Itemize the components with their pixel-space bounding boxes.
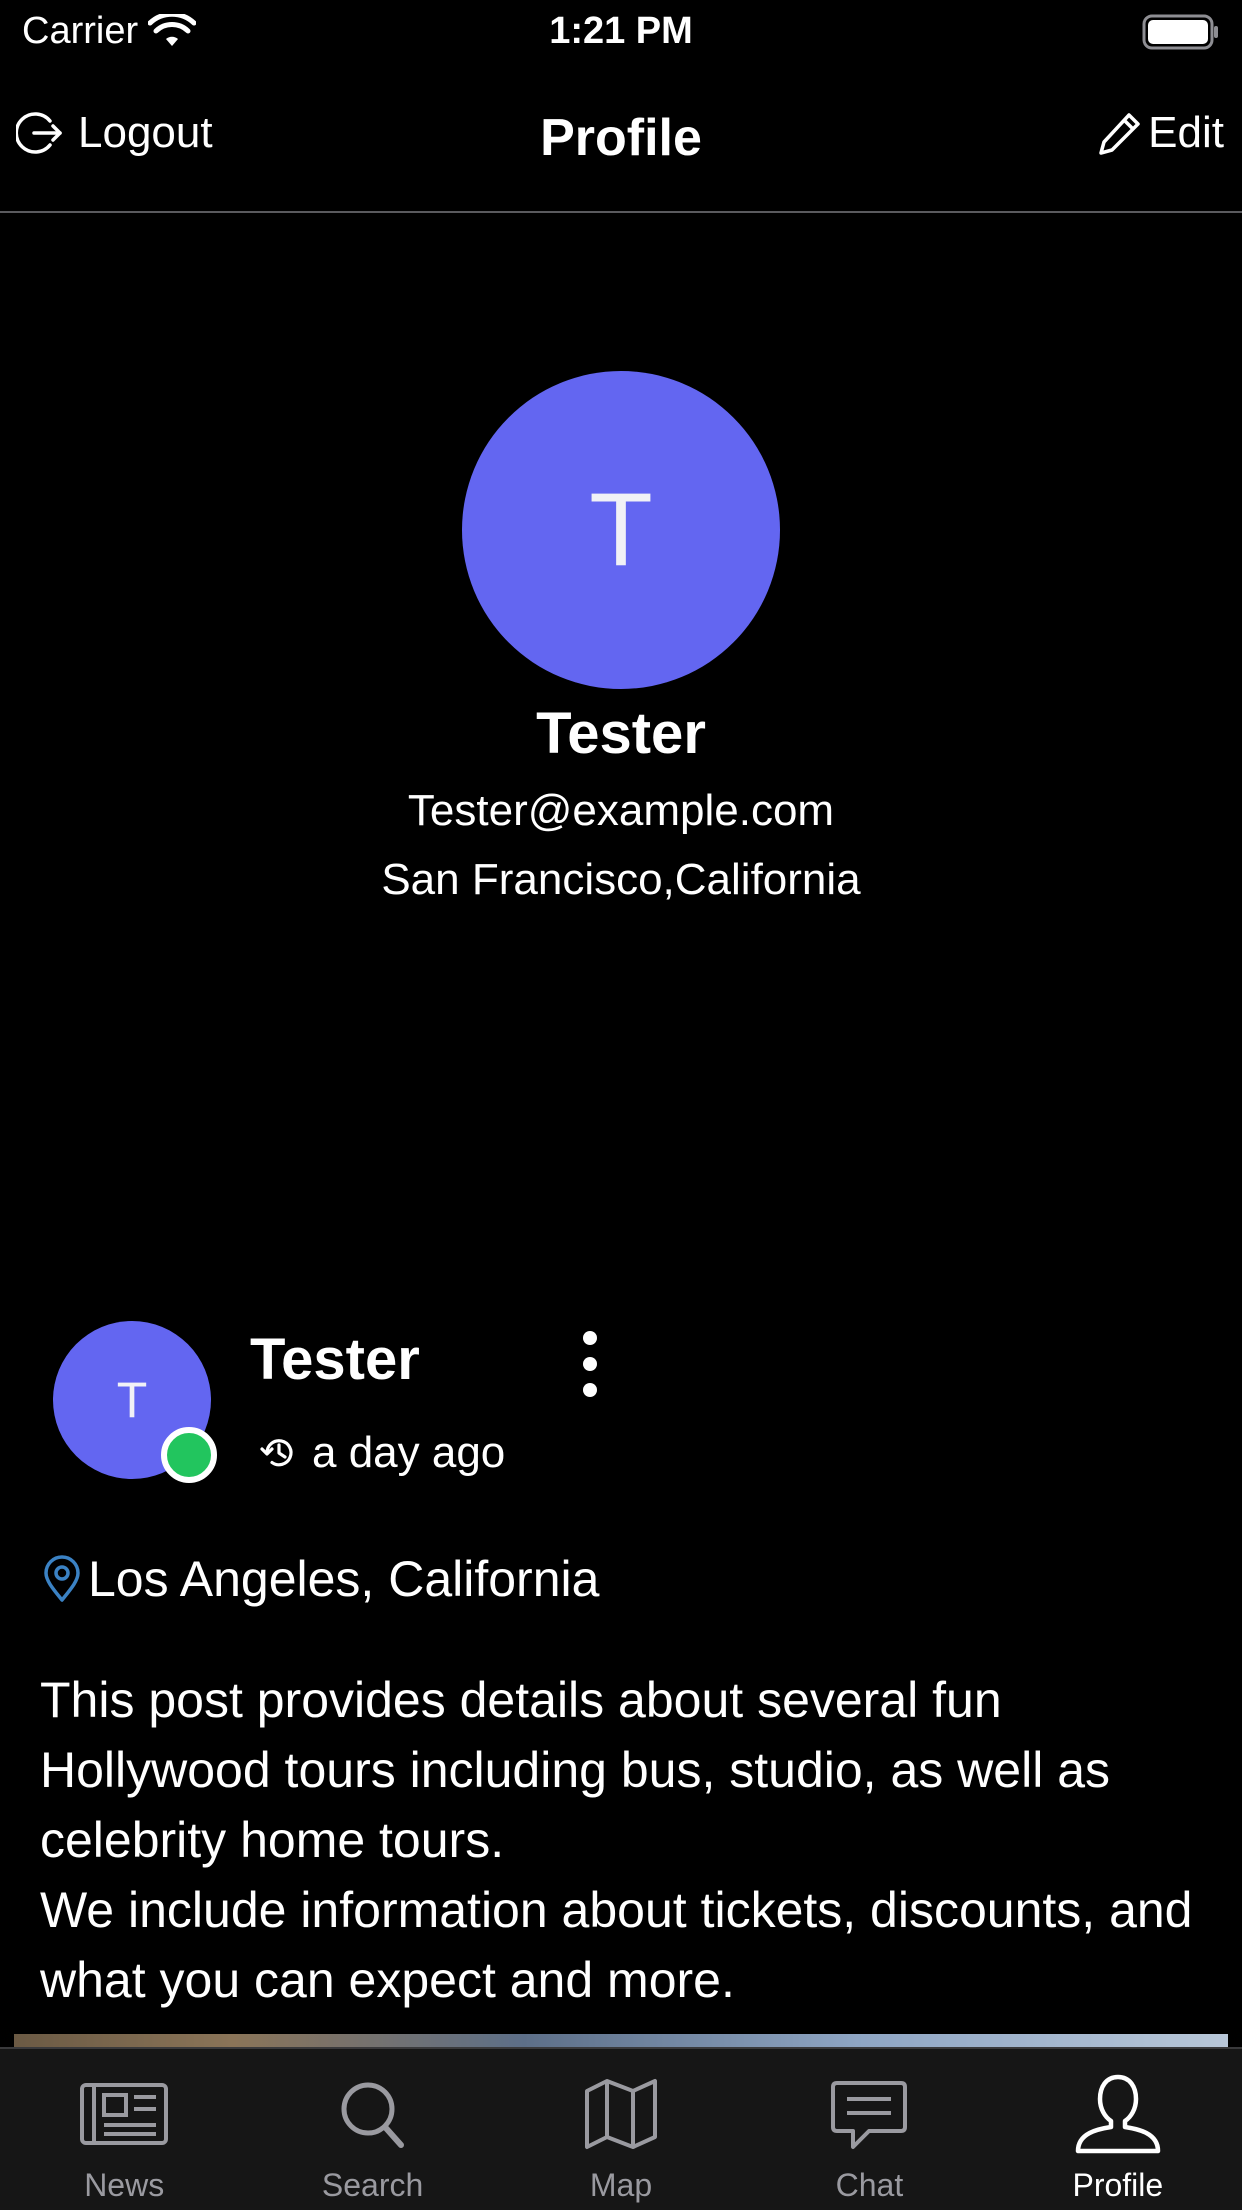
navigation-bar: Logout Profile Edit — [0, 66, 1242, 213]
tab-bar: News Search Map Chat Profile — [0, 2047, 1242, 2210]
online-status-indicator — [161, 1427, 217, 1483]
edit-button[interactable]: Edit — [1096, 108, 1224, 158]
tab-label: Map — [589, 2167, 653, 2203]
tab-label: Search — [321, 2167, 424, 2203]
post-body-paragraph: We include information about tickets, di… — [40, 1882, 1193, 2008]
profile-location: San Francisco,California — [381, 855, 861, 904]
tab-chat[interactable]: Chat — [745, 2049, 993, 2210]
tab-label: News — [84, 2167, 165, 2203]
pencil-icon — [1099, 113, 1140, 155]
profile-avatar: T — [462, 371, 780, 689]
chat-icon — [831, 2081, 908, 2149]
edit-label: Edit — [1148, 108, 1224, 157]
post-location-label: Los Angeles, California — [88, 1551, 600, 1607]
map-icon — [585, 2079, 658, 2149]
post-body-paragraph: This post provides details about several… — [40, 1672, 1110, 1868]
post-time-label: a day ago — [312, 1428, 506, 1477]
post-avatar-initial: T — [116, 1372, 148, 1428]
status-bar: Carrier 1:21 PM — [0, 0, 1242, 66]
profile-name: Tester — [536, 701, 706, 766]
post-timestamp: a day ago — [260, 1428, 505, 1478]
tab-profile[interactable]: Profile — [994, 2049, 1242, 2210]
page-title: Profile — [540, 109, 702, 167]
tab-label: Chat — [835, 2167, 904, 2203]
battery-icon — [1142, 14, 1218, 50]
post-image[interactable] — [14, 2034, 1228, 2048]
tab-map[interactable]: Map — [497, 2049, 745, 2210]
post-body: This post provides details about several… — [40, 1665, 1220, 2015]
user-icon — [1075, 2074, 1161, 2154]
location-pin-icon — [44, 1555, 80, 1602]
tab-search[interactable]: Search — [248, 2049, 496, 2210]
tab-label: Profile — [1072, 2167, 1164, 2203]
profile-email: Tester@example.com — [407, 786, 835, 835]
tab-news[interactable]: News — [0, 2049, 248, 2210]
status-time: 1:21 PM — [549, 10, 693, 52]
post-location[interactable]: Los Angeles, California — [40, 1550, 599, 1608]
newspaper-icon — [80, 2083, 169, 2145]
more-options-icon[interactable] — [572, 1330, 608, 1398]
history-icon — [260, 1439, 293, 1467]
post-author-name[interactable]: Tester — [250, 1326, 420, 1393]
profile-avatar-initial: T — [589, 471, 653, 588]
search-icon — [341, 2082, 404, 2148]
